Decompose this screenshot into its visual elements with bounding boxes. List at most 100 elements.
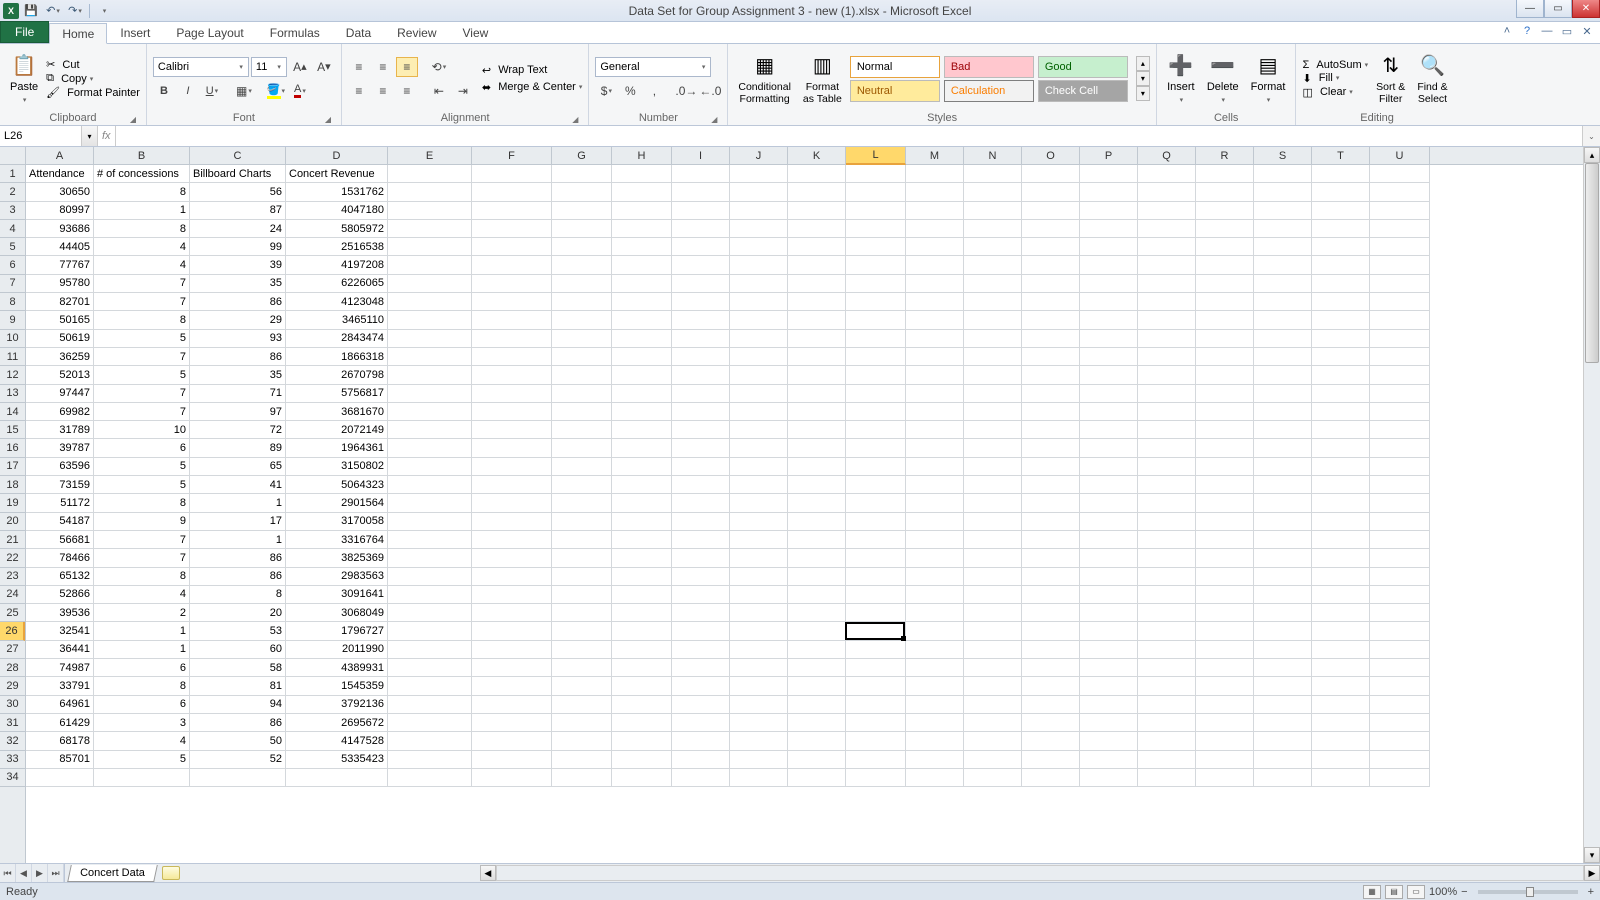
cell[interactable] bbox=[906, 421, 964, 439]
cell[interactable] bbox=[1080, 330, 1138, 348]
cell[interactable] bbox=[552, 732, 612, 750]
cell[interactable]: 74987 bbox=[26, 659, 94, 677]
cell[interactable] bbox=[788, 202, 846, 220]
cell[interactable]: 6 bbox=[94, 696, 190, 714]
row-header[interactable]: 28 bbox=[0, 659, 25, 677]
cell[interactable]: 4047180 bbox=[286, 202, 388, 220]
cell[interactable]: 52013 bbox=[26, 366, 94, 384]
cell[interactable] bbox=[788, 659, 846, 677]
cell[interactable] bbox=[964, 641, 1022, 659]
cell[interactable] bbox=[388, 238, 472, 256]
cell[interactable] bbox=[672, 549, 730, 567]
cell[interactable]: 3316764 bbox=[286, 531, 388, 549]
format-painter-button[interactable]: 🖌 Format Painter bbox=[46, 86, 140, 99]
cell[interactable] bbox=[1080, 586, 1138, 604]
cell[interactable] bbox=[1080, 513, 1138, 531]
cell[interactable]: 86 bbox=[190, 293, 286, 311]
cell[interactable] bbox=[906, 311, 964, 329]
cell[interactable] bbox=[552, 604, 612, 622]
qat-undo-icon[interactable]: ↶▾ bbox=[43, 2, 63, 20]
col-header[interactable]: S bbox=[1254, 147, 1312, 165]
cell[interactable] bbox=[1196, 494, 1254, 512]
cell[interactable] bbox=[964, 586, 1022, 604]
cell[interactable] bbox=[472, 439, 552, 457]
cell[interactable] bbox=[788, 732, 846, 750]
col-header[interactable]: M bbox=[906, 147, 964, 165]
cell[interactable] bbox=[1080, 183, 1138, 201]
cell[interactable] bbox=[1370, 659, 1430, 677]
cell[interactable] bbox=[1022, 366, 1080, 384]
cell[interactable]: 87 bbox=[190, 202, 286, 220]
row-header[interactable]: 21 bbox=[0, 531, 25, 549]
cell[interactable] bbox=[1370, 439, 1430, 457]
cell[interactable] bbox=[1138, 769, 1196, 787]
cell[interactable]: 31789 bbox=[26, 421, 94, 439]
cell[interactable] bbox=[1370, 293, 1430, 311]
cell[interactable] bbox=[846, 421, 906, 439]
help-icon[interactable]: ? bbox=[1520, 24, 1534, 38]
cell[interactable] bbox=[672, 751, 730, 769]
row-header[interactable]: 9 bbox=[0, 311, 25, 329]
clear-button[interactable]: ◫ Clear▾ bbox=[1302, 86, 1368, 99]
cell[interactable] bbox=[1254, 568, 1312, 586]
cell[interactable] bbox=[552, 549, 612, 567]
cell[interactable]: 6 bbox=[94, 659, 190, 677]
cell[interactable] bbox=[1080, 238, 1138, 256]
cell[interactable] bbox=[552, 348, 612, 366]
cell[interactable] bbox=[388, 769, 472, 787]
decrease-indent-button[interactable]: ⇤ bbox=[428, 81, 450, 101]
cell[interactable] bbox=[964, 476, 1022, 494]
cell[interactable] bbox=[964, 183, 1022, 201]
zoom-percent[interactable]: 100% bbox=[1429, 886, 1457, 898]
cell[interactable] bbox=[388, 714, 472, 732]
cell[interactable] bbox=[906, 293, 964, 311]
cell[interactable] bbox=[1254, 183, 1312, 201]
row-header[interactable]: 34 bbox=[0, 769, 25, 787]
cell[interactable] bbox=[388, 275, 472, 293]
cell[interactable] bbox=[1196, 275, 1254, 293]
cell[interactable] bbox=[730, 549, 788, 567]
qat-redo-icon[interactable]: ↷▾ bbox=[65, 2, 85, 20]
cell[interactable] bbox=[1138, 458, 1196, 476]
cell[interactable]: 2670798 bbox=[286, 366, 388, 384]
cell[interactable] bbox=[388, 604, 472, 622]
row-header[interactable]: 2 bbox=[0, 183, 25, 201]
qat-save-icon[interactable]: 💾 bbox=[21, 2, 41, 20]
increase-decimal-button[interactable]: .0→ bbox=[675, 81, 697, 101]
cell[interactable] bbox=[672, 220, 730, 238]
cell[interactable] bbox=[846, 256, 906, 274]
cell[interactable]: 2011990 bbox=[286, 641, 388, 659]
cell[interactable]: 4147528 bbox=[286, 732, 388, 750]
cell[interactable] bbox=[1254, 604, 1312, 622]
row-header[interactable]: 33 bbox=[0, 751, 25, 769]
cell[interactable] bbox=[788, 513, 846, 531]
cell[interactable]: 56681 bbox=[26, 531, 94, 549]
cell[interactable] bbox=[788, 714, 846, 732]
cell[interactable] bbox=[1254, 696, 1312, 714]
cell[interactable] bbox=[612, 769, 672, 787]
cell[interactable] bbox=[1022, 732, 1080, 750]
cell[interactable] bbox=[1138, 238, 1196, 256]
cell[interactable] bbox=[1022, 403, 1080, 421]
cell[interactable]: 5335423 bbox=[286, 751, 388, 769]
cell[interactable] bbox=[1254, 732, 1312, 750]
cell[interactable] bbox=[1196, 531, 1254, 549]
cell[interactable] bbox=[612, 696, 672, 714]
cell[interactable] bbox=[672, 458, 730, 476]
cell[interactable] bbox=[906, 220, 964, 238]
cell[interactable] bbox=[552, 421, 612, 439]
style-check-cell[interactable]: Check Cell bbox=[1038, 80, 1128, 102]
row-header[interactable]: 5 bbox=[0, 238, 25, 256]
bold-button[interactable]: B bbox=[153, 81, 175, 101]
cell[interactable]: 77767 bbox=[26, 256, 94, 274]
cell[interactable]: 58 bbox=[190, 659, 286, 677]
cell[interactable] bbox=[672, 330, 730, 348]
cell[interactable] bbox=[1080, 494, 1138, 512]
cell[interactable]: 7 bbox=[94, 348, 190, 366]
cell[interactable] bbox=[388, 256, 472, 274]
cell[interactable] bbox=[612, 531, 672, 549]
cell[interactable]: 29 bbox=[190, 311, 286, 329]
cell[interactable]: 97447 bbox=[26, 385, 94, 403]
cell[interactable] bbox=[1196, 641, 1254, 659]
cell[interactable]: 7 bbox=[94, 403, 190, 421]
